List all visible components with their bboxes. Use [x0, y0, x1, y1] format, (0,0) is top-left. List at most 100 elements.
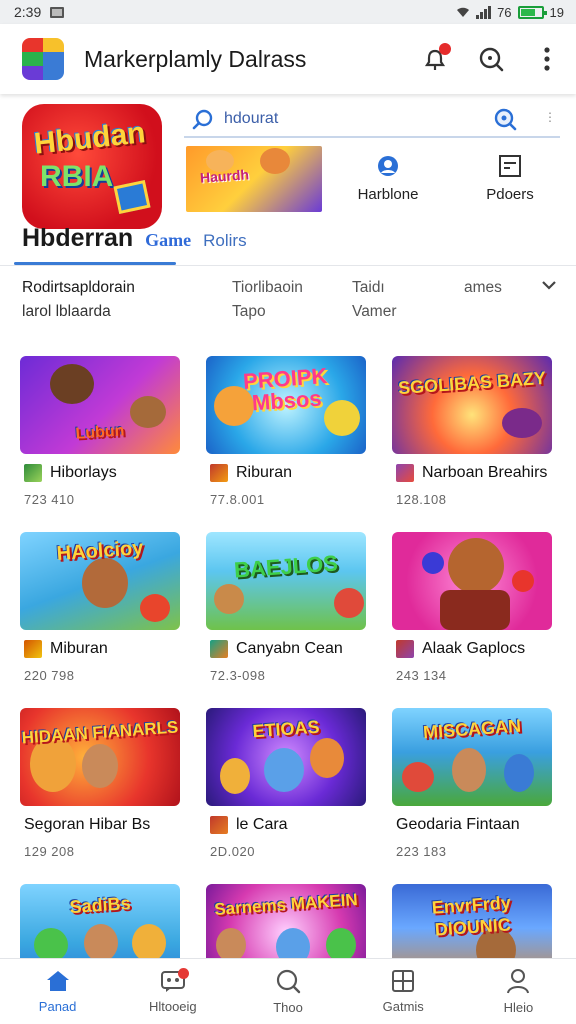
game-thumbnail: HAolcioy [20, 532, 180, 630]
games-grid-icon [392, 970, 415, 992]
filter-item[interactable]: ames [464, 276, 502, 300]
overflow-menu-button[interactable] [534, 46, 560, 72]
signal-icon [476, 5, 492, 19]
game-card[interactable]: HIDAAN FIANARLS Segoran Hibar Bs 129 208 [14, 702, 186, 878]
search-options-icon[interactable]: ⋮ [544, 110, 556, 124]
game-title: Alaak Gaplocs [422, 640, 526, 657]
game-thumbnail: SGOLIBAS BAZY [392, 356, 552, 454]
gift-box-icon [113, 179, 151, 215]
notifications-button[interactable] [422, 43, 451, 72]
game-card[interactable]: PROIPK Mbsos Riburan 77.8.001 [200, 350, 372, 526]
search-input[interactable] [224, 110, 514, 128]
hero-icon-text-2: RBIA [40, 160, 114, 193]
game-stats: 77.8.001 [210, 492, 265, 507]
game-thumbnail: BAEJLOS [206, 532, 366, 630]
filter-sublabel: larol lblaarda [22, 303, 111, 320]
notification-badge [439, 43, 451, 55]
game-art-title: SGOLIBAS BAZY [397, 367, 547, 399]
search-icon [494, 108, 517, 131]
category-chip-game[interactable]: Game [145, 230, 191, 251]
hero-icon-text-1: Hbudan [32, 116, 148, 161]
nav-label: Hleio [503, 1000, 534, 1015]
game-icon [210, 464, 228, 482]
search-icon [192, 109, 213, 130]
game-stats: 2D.020 [210, 844, 255, 859]
notification-badge [177, 968, 189, 979]
filter-label: Taidı [352, 279, 385, 296]
game-card[interactable]: SGOLIBAS BAZY Narboan Breahirs 128.108 [386, 350, 558, 526]
image-notification-icon [50, 6, 65, 18]
status-time: 2:39 [14, 4, 42, 20]
filter-item[interactable]: Taidı Vamer [352, 276, 397, 324]
game-card[interactable]: ETIOAS le Cara 2D.020 [200, 702, 372, 878]
game-card[interactable]: HAolcioy Miburan 220 798 [14, 526, 186, 702]
nav-item-games[interactable]: Gatmis [346, 959, 461, 1024]
person-badge-icon [378, 156, 398, 176]
app-title: Markerplamly Dalrass [84, 45, 307, 72]
bottom-navigation: Panad Hltooeig Thoo Gatmis Hleio [0, 958, 576, 1024]
nav-item-home[interactable]: Panad [0, 959, 115, 1024]
game-stats: 129 208 [24, 844, 75, 859]
hero-section: Hbudan RBIA ⋮ Haurdh Harblone Pdoers Hbd… [0, 94, 576, 344]
nav-item-profile[interactable]: Hleio [461, 959, 576, 1024]
category-chip-rolirs[interactable]: Rolirs [203, 231, 246, 251]
nav-item-search[interactable]: Thoo [230, 959, 345, 1024]
game-title: le Cara [236, 816, 288, 833]
nav-label: Gatmis [382, 999, 424, 1014]
chevron-down-icon[interactable] [540, 278, 558, 292]
search-submit-button[interactable] [490, 104, 520, 134]
filter-item[interactable]: Rodirtsapldorain larol lblaarda [22, 276, 135, 324]
more-vertical-icon [544, 47, 550, 71]
quick-link-harblone[interactable]: Harblone [338, 154, 438, 203]
quick-link-label: Harblone [357, 186, 419, 203]
game-art-title: MISCAGAN [422, 715, 522, 743]
game-title: Canyabn Cean [236, 640, 343, 657]
profile-icon [507, 969, 530, 994]
page-title: Hbderran [22, 224, 134, 252]
featured-app-icon[interactable]: Hbudan RBIA [22, 104, 162, 229]
filter-item[interactable]: Tiorlibaoin Tapo [232, 276, 303, 324]
battery-icon [517, 5, 547, 19]
game-card[interactable]: MISCAGAN Geodaria Fintaan 223 183 [386, 702, 558, 878]
nav-label: Panad [38, 999, 77, 1014]
game-stats: 220 798 [24, 668, 75, 683]
wifi-icon [457, 7, 470, 17]
search-button[interactable] [478, 46, 504, 72]
game-card[interactable]: Lubun Hiborlays 723 410 [14, 350, 186, 526]
divider [0, 265, 576, 266]
game-card[interactable]: Alaak Gaplocs 243 134 [386, 526, 558, 702]
quick-link-label: Pdoers [486, 186, 534, 203]
game-stats: 128.108 [396, 492, 447, 507]
game-art-title: Sarnems MAKEIN [213, 890, 359, 919]
featured-banner[interactable]: Haurdh [186, 146, 322, 212]
game-icon [396, 640, 414, 658]
picture-frame-icon [499, 155, 521, 177]
game-thumbnail: Lubun [20, 356, 180, 454]
game-title: Geodaria Fintaan [396, 816, 520, 833]
game-art-title: EnvrFrdy DIOUNIC [431, 892, 512, 940]
game-grid: Lubun Hiborlays 723 410 PROIPK Mbsos Rib… [14, 350, 566, 1024]
game-icon [210, 640, 228, 658]
search-icon [276, 969, 301, 994]
quick-link-pdoers[interactable]: Pdoers [460, 154, 560, 203]
character-art [260, 148, 290, 174]
game-thumbnail: MISCAGAN [392, 708, 552, 806]
game-thumbnail: ETIOAS [206, 708, 366, 806]
game-title: Narboan Breahirs [422, 464, 548, 481]
app-logo[interactable] [22, 38, 64, 80]
game-art-title: ETIOAS [251, 716, 321, 742]
home-icon [46, 971, 69, 991]
game-thumbnail: HIDAAN FIANARLS [20, 708, 180, 806]
filter-row: Rodirtsapldorain larol lblaarda Tiorliba… [0, 276, 576, 336]
status-bar: 2:39 76 19 [0, 0, 576, 24]
page-heading: Hbderran Game Rolirs [22, 224, 247, 253]
battery-level: 19 [549, 4, 564, 20]
filter-sublabel: Tapo [232, 303, 266, 320]
game-card[interactable]: BAEJLOS Canyabn Cean 72.3-098 [200, 526, 372, 702]
nav-item-messages[interactable]: Hltooeig [115, 959, 230, 1024]
game-stats: 72.3-098 [210, 668, 266, 683]
nav-label: Hltooeig [148, 999, 197, 1014]
game-icon [24, 640, 42, 658]
game-stats: 723 410 [24, 492, 75, 507]
filter-label: ames [464, 279, 502, 296]
